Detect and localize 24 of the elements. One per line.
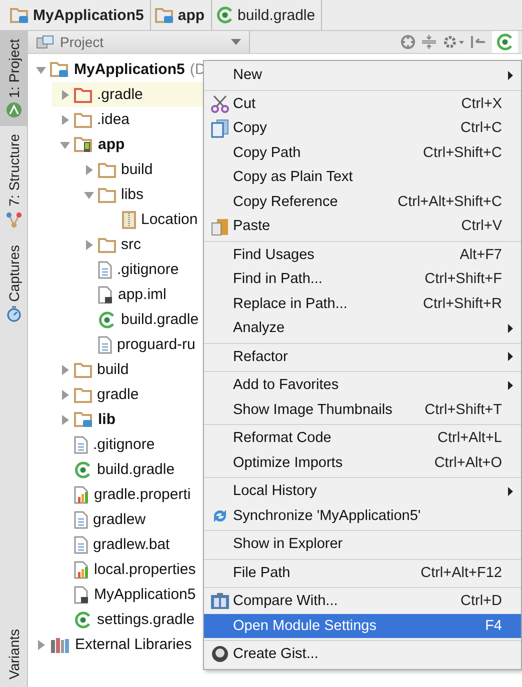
tree-item-label: MyApplication5 bbox=[74, 61, 185, 78]
tree-item-label: build bbox=[121, 161, 153, 178]
tree-item-label: libs bbox=[121, 186, 144, 203]
tree-item-label: External Libraries bbox=[75, 636, 192, 653]
tree-item-label: gradlew bbox=[93, 511, 146, 528]
tree-item-label: build.gradle bbox=[121, 311, 199, 328]
tree-item-label: MyApplication5 bbox=[94, 586, 196, 603]
tree-item-label: build.gradle bbox=[97, 461, 175, 478]
tree-item-label: local.properties bbox=[94, 561, 196, 578]
tree-item-label: .idea bbox=[97, 111, 130, 128]
tree-item-label: proguard-ru bbox=[117, 336, 196, 353]
tree-item-label: Location bbox=[141, 211, 198, 228]
tree-item-label: src bbox=[121, 236, 141, 253]
tree-item-label: .gitignore bbox=[93, 436, 155, 453]
tree-item-label: settings.gradle bbox=[97, 611, 195, 628]
tree-item-label: app bbox=[98, 136, 125, 153]
tree-item-label: .gitignore bbox=[117, 261, 179, 278]
tree-item-label: gradle.properti bbox=[94, 486, 191, 503]
tree-item-label: app.iml bbox=[118, 286, 166, 303]
tree-item-label: gradle bbox=[97, 386, 139, 403]
tree-item-label: gradlew.bat bbox=[93, 536, 170, 553]
tree-item-label: build bbox=[97, 361, 129, 378]
tree-item-label: lib bbox=[98, 411, 116, 428]
tree-item-label: .gradle bbox=[97, 86, 143, 103]
